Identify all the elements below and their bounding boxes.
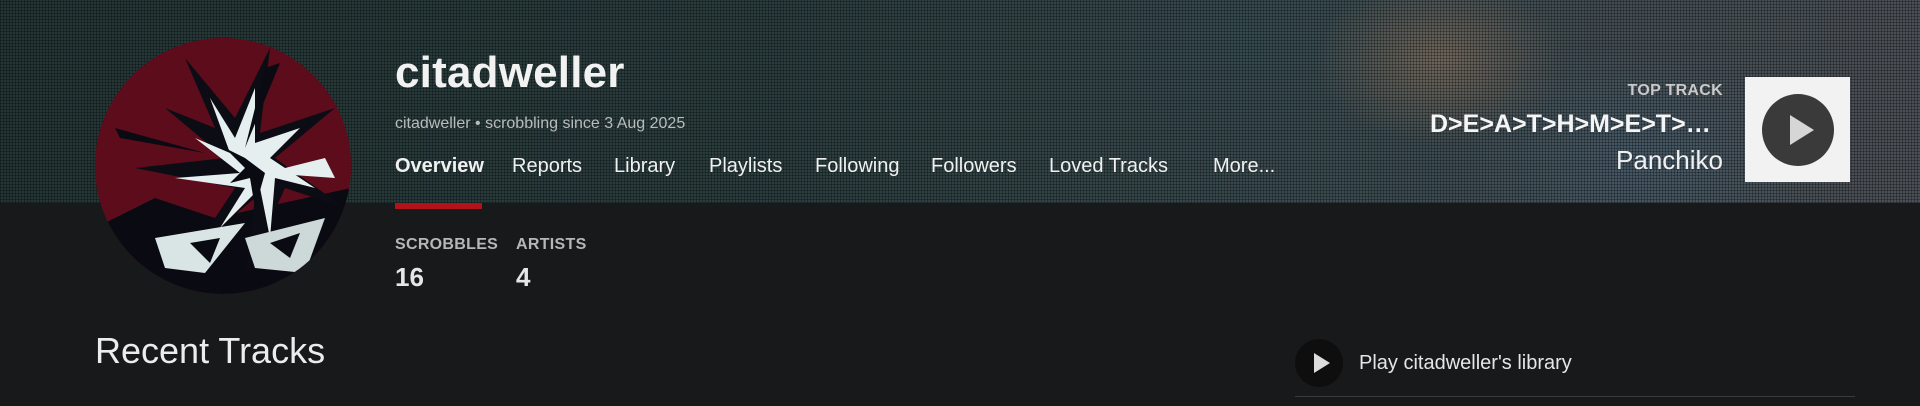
artists-label: ARTISTS <box>516 236 587 253</box>
profile-username: citadweller <box>395 48 625 97</box>
top-track-label: TOP TRACK <box>1627 82 1723 99</box>
play-icon <box>1295 339 1343 387</box>
tab-followers[interactable]: Followers <box>931 155 1017 178</box>
artists-count[interactable]: 4 <box>516 262 530 293</box>
tab-overview[interactable]: Overview <box>395 155 484 178</box>
recent-tracks-heading: Recent Tracks <box>95 330 326 371</box>
top-track-artist[interactable]: Panchiko <box>1616 145 1723 176</box>
avatar-artwork <box>95 38 351 294</box>
scrobbles-count[interactable]: 16 <box>395 262 424 293</box>
tab-loved-tracks[interactable]: Loved Tracks <box>1049 155 1168 178</box>
scrobbles-label: SCROBBLES <box>395 236 499 253</box>
profile-subline: citadweller • scrobbling since 3 Aug 202… <box>395 115 686 132</box>
tab-following[interactable]: Following <box>815 155 899 178</box>
top-track-name[interactable]: D>E>A>T>H>M>E>T>A... <box>1430 110 1712 139</box>
play-library-button[interactable]: Play citadweller's library <box>1295 338 1572 388</box>
tab-more[interactable]: More... <box>1213 155 1275 178</box>
tab-reports[interactable]: Reports <box>512 155 582 178</box>
active-tab-indicator <box>395 203 482 209</box>
tab-library[interactable]: Library <box>614 155 675 178</box>
play-library-label: Play citadweller's library <box>1359 351 1572 374</box>
tab-playlists[interactable]: Playlists <box>709 155 782 178</box>
play-icon <box>1761 93 1834 166</box>
divider <box>1295 396 1855 397</box>
top-track-play-button[interactable] <box>1745 77 1850 182</box>
avatar[interactable] <box>95 38 351 294</box>
